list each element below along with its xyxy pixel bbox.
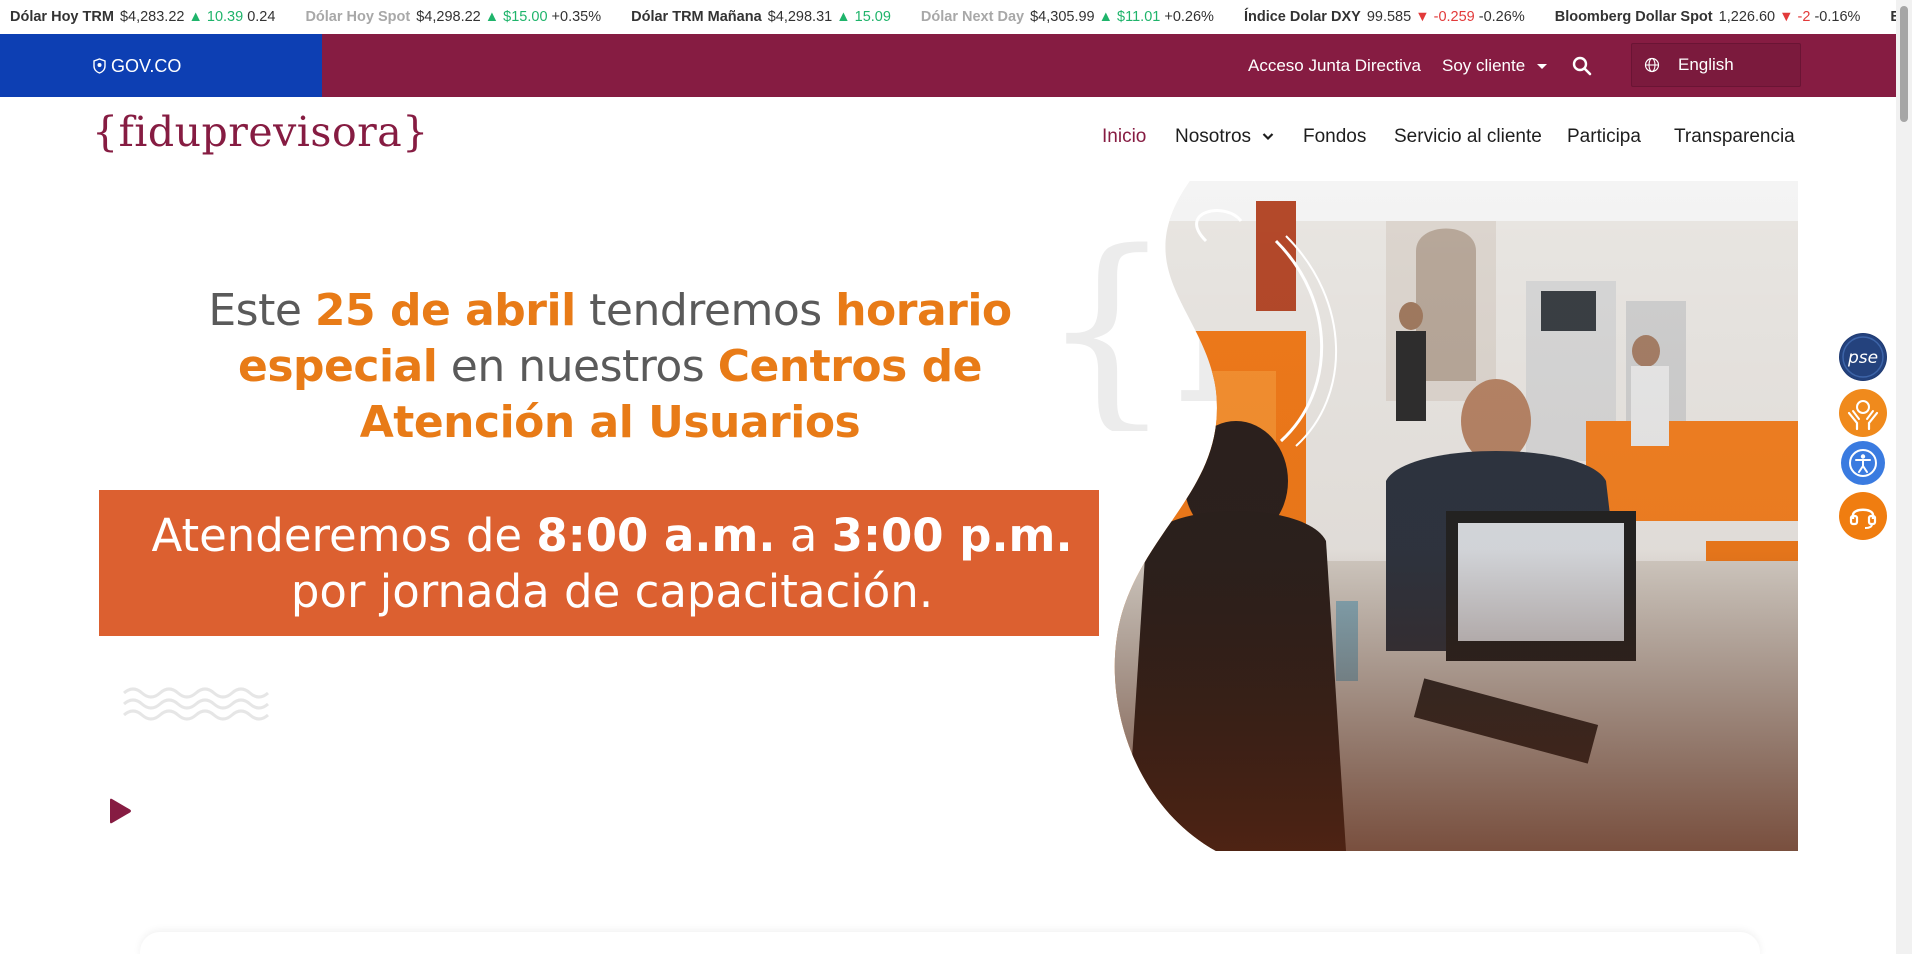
ticker-percent: 0.24 bbox=[247, 9, 276, 25]
globe-icon bbox=[1644, 57, 1660, 73]
page: Dólar Hoy TRM $4,283.22 ▲ 10.39 0.24 Dóla… bbox=[0, 0, 1912, 954]
pse-logo-icon: pse bbox=[1840, 334, 1886, 380]
ticker-value: $4,305.99 bbox=[1030, 9, 1095, 25]
gov-bar: GOV.CO Acceso Junta Directiva Soy client… bbox=[0, 34, 1896, 97]
ticker-name: Dólar TRM Mañana bbox=[631, 9, 762, 25]
ticker-value: 99.585 bbox=[1366, 9, 1412, 25]
nav-servicio-al-cliente[interactable]: Servicio al cliente bbox=[1394, 126, 1542, 148]
ticker-value: 1,226.60 bbox=[1718, 9, 1776, 25]
ticker-item: Bloomberg Dollar Spot 1,226.60 ▼ -2 -0.1… bbox=[1555, 0, 1861, 34]
banner-text-2: a bbox=[775, 509, 832, 562]
ticker-change: 15.09 bbox=[854, 9, 891, 25]
hands-icon bbox=[1840, 390, 1886, 436]
ticker-change: $11.01 bbox=[1117, 9, 1161, 25]
soy-cliente-menu[interactable]: Soy cliente bbox=[1442, 34, 1548, 97]
soy-cliente-label: Soy cliente bbox=[1442, 56, 1526, 75]
chevron-down-icon bbox=[1263, 133, 1274, 141]
arrow-up-icon: ▲ bbox=[1098, 9, 1114, 25]
ticker-item: Dólar Next Day $4,305.99 ▲ $11.01 +0.26% bbox=[921, 0, 1214, 34]
accessibility-button[interactable] bbox=[1841, 441, 1885, 485]
colombia-shield-icon bbox=[93, 58, 106, 74]
banner-time-end: 3:00 p.m. bbox=[831, 509, 1073, 562]
nav-participa[interactable]: Participa bbox=[1567, 126, 1641, 148]
ticker-item: Dólar Hoy Spot $4,298.22 ▲ $15.00 +0.35% bbox=[305, 0, 601, 34]
ticker-item: Dólar TRM Mañana $4,298.31 ▲ 15.09 bbox=[631, 0, 891, 34]
nav-nosotros-label: Nosotros bbox=[1175, 126, 1252, 147]
junta-directiva-link[interactable]: Acceso Junta Directiva bbox=[1248, 34, 1421, 97]
ticker-percent: -0.26% bbox=[1478, 9, 1525, 25]
ticker-percent: -0.16% bbox=[1814, 9, 1861, 25]
ticker-value: $4,298.22 bbox=[416, 9, 481, 25]
arrow-down-icon: ▼ bbox=[1415, 9, 1430, 25]
headset-icon bbox=[1840, 493, 1886, 539]
currency-ticker: Dólar Hoy TRM $4,283.22 ▲ 10.39 0.24 Dóla… bbox=[0, 0, 1896, 34]
search-icon[interactable] bbox=[1572, 56, 1592, 76]
svg-text:pse: pse bbox=[1847, 348, 1878, 368]
ticker-item: Dólar Hoy TRM $4,283.22 ▲ 10.39 0.24 bbox=[10, 0, 275, 34]
hours-banner-text: Atenderemos de 8:00 a.m. a 3:00 p.m. por… bbox=[100, 508, 1124, 620]
ticker-change: 10.39 bbox=[206, 9, 244, 25]
hero-headline: Este 25 de abril tendremos horario espec… bbox=[180, 283, 1040, 451]
ticker-value: $4,283.22 bbox=[119, 9, 185, 25]
headline-text-3: en nuestros bbox=[437, 341, 718, 392]
arrow-up-icon: ▲ bbox=[836, 9, 851, 25]
ticker-name: Índice Dolar DXY bbox=[1243, 9, 1361, 25]
arrow-up-icon: ▲ bbox=[188, 9, 203, 25]
accessibility-icon bbox=[1842, 442, 1884, 484]
ticker-percent: +0.26% bbox=[1164, 9, 1214, 25]
headline-text-2: tendremos bbox=[575, 285, 836, 336]
ticker-name: Dólar Hoy Spot bbox=[305, 9, 411, 25]
gov-co-logo[interactable]: GOV.CO bbox=[92, 55, 181, 77]
banner-line-2: por jornada de capacitación. bbox=[290, 565, 934, 618]
support-chat-button[interactable] bbox=[1839, 492, 1887, 540]
headline-highlight-date: 25 de abril bbox=[314, 285, 576, 336]
wave-decoration-icon bbox=[123, 687, 269, 721]
hands-help-button[interactable] bbox=[1839, 389, 1887, 437]
ticker-value: $4,298.31 bbox=[767, 9, 833, 25]
fiduprevisora-logo[interactable]: {fiduprevisora} bbox=[92, 108, 429, 156]
content-card-edge bbox=[140, 932, 1760, 954]
ticker-percent: +0.35% bbox=[551, 9, 602, 25]
nav-nosotros[interactable]: Nosotros bbox=[1175, 126, 1274, 148]
banner-text-1: Atenderemos de bbox=[151, 509, 537, 562]
nav-inicio[interactable]: Inicio bbox=[1102, 126, 1146, 148]
nav-transparencia[interactable]: Transparencia bbox=[1674, 126, 1795, 148]
ticker-name: Dólar Next Day bbox=[920, 9, 1025, 25]
office-photo bbox=[1114, 181, 1798, 851]
caret-down-icon bbox=[1536, 63, 1547, 69]
arrow-down-icon: ▼ bbox=[1779, 9, 1794, 25]
ticker-change: -2 bbox=[1797, 9, 1811, 25]
ticker-change: $15.00 bbox=[503, 9, 548, 25]
headline-text-1: Este bbox=[208, 285, 315, 336]
language-select[interactable]: English bbox=[1631, 43, 1801, 87]
ticker-change: -0.259 bbox=[1433, 9, 1475, 25]
pse-button[interactable]: pse bbox=[1839, 333, 1887, 381]
gov-co-panel: GOV.CO bbox=[0, 34, 322, 97]
ticker-item: Índice Dolar DXY 99.585 ▼ -0.259 -0.26% bbox=[1244, 0, 1525, 34]
banner-time-start: 8:00 a.m. bbox=[536, 509, 776, 562]
page-scrollbar[interactable] bbox=[1896, 0, 1912, 954]
language-label: English bbox=[1678, 55, 1734, 74]
scrollbar-thumb[interactable] bbox=[1900, 6, 1908, 122]
ticker-name: Dólar Hoy TRM bbox=[10, 9, 114, 25]
play-icon[interactable] bbox=[107, 798, 133, 824]
main-header: {fiduprevisora} Inicio Nosotros Fondos S… bbox=[0, 97, 1896, 181]
ticker-name: Bloomberg Dollar Spot bbox=[1554, 9, 1713, 25]
hero-carousel: {f Este 25 de abril tendremos horario es… bbox=[0, 181, 1896, 851]
arrow-up-icon: ▲ bbox=[484, 9, 500, 25]
gov-co-text: GOV.CO bbox=[111, 55, 182, 76]
nav-fondos[interactable]: Fondos bbox=[1303, 126, 1366, 148]
